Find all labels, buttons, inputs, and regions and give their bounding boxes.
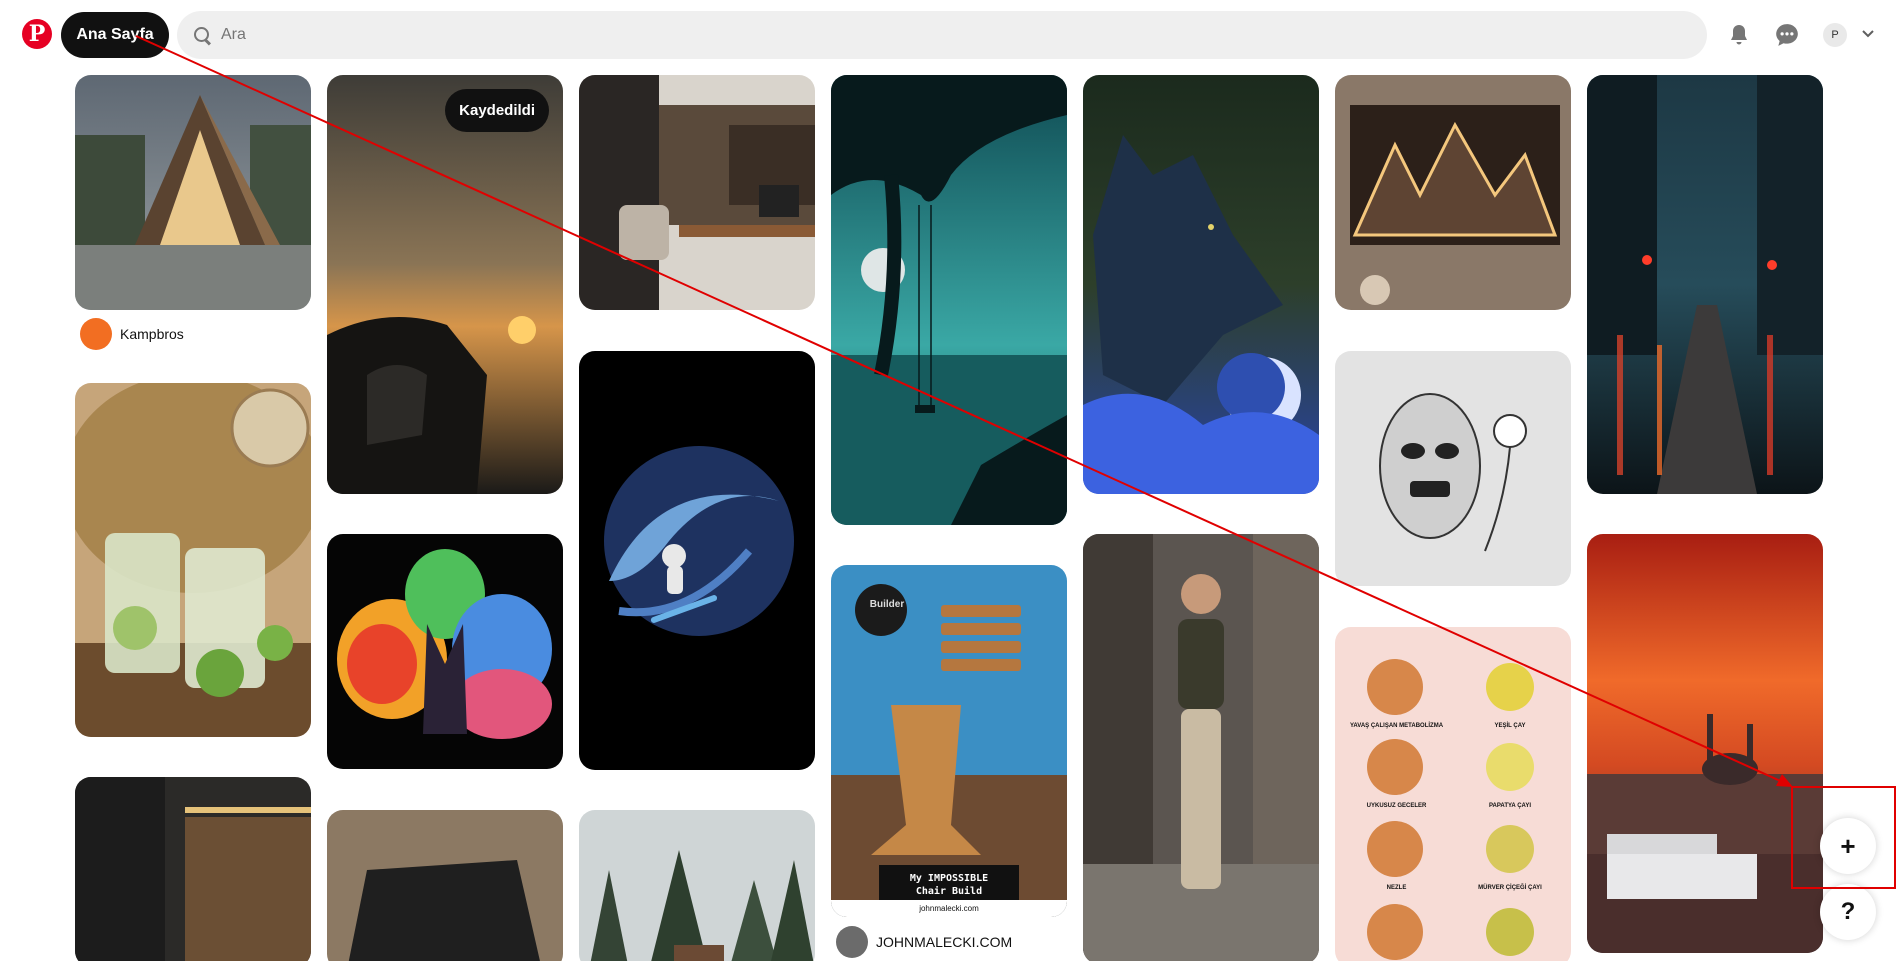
pin-tea-infographic[interactable]: YAVAŞ ÇALIŞAN METABOLİZMA YEŞİL ÇAY UYKU… xyxy=(1335,627,1571,961)
pin-wolf-moon[interactable] xyxy=(1083,75,1319,494)
pin-a-frame-cabin[interactable] xyxy=(75,75,311,310)
home-button[interactable]: Ana Sayfa xyxy=(61,12,169,58)
chair-title-overlay: My IMPOSSIBLE Chair Build xyxy=(909,873,989,897)
top-header: P Ana Sayfa P xyxy=(0,0,1902,72)
pin-astronaut-surfer[interactable] xyxy=(579,351,815,770)
kampbros-avatar xyxy=(80,318,112,350)
johnmalecki-avatar xyxy=(836,926,868,958)
pin-rainy-city[interactable] xyxy=(1587,75,1823,494)
pin-attribution[interactable]: Kampbros xyxy=(80,318,184,350)
pin-home-office[interactable] xyxy=(579,75,815,310)
create-button[interactable]: + xyxy=(1820,818,1876,874)
messages-icon[interactable] xyxy=(1769,17,1805,53)
pin-motorcycle-sunset[interactable]: Kaydedildi xyxy=(327,75,563,494)
pin-attribution[interactable]: JOHNMALECKI.COM xyxy=(836,926,1012,958)
pin-impossible-chair[interactable]: Builder My IMPOSSIBLE Chair Build johnma… xyxy=(831,565,1067,917)
pin-mountain-wall-light[interactable] xyxy=(1335,75,1571,310)
pin-fox-art[interactable] xyxy=(327,534,563,769)
notifications-bell-icon[interactable] xyxy=(1721,17,1757,53)
pinterest-logo-icon[interactable]: P xyxy=(22,19,52,49)
search-icon xyxy=(193,26,211,44)
pin-tree-swing-moon[interactable] xyxy=(831,75,1067,525)
search-input[interactable] xyxy=(221,26,1621,44)
chair-site: johnmalecki.com xyxy=(831,900,1067,917)
pin-man-street[interactable] xyxy=(1083,534,1319,961)
saved-badge[interactable]: Kaydedildi xyxy=(445,89,549,132)
pin-lemonade[interactable] xyxy=(75,383,311,737)
pin-mask-sketch[interactable] xyxy=(1335,351,1571,586)
account-chevron-down-icon[interactable] xyxy=(1862,27,1874,39)
pin-forest[interactable] xyxy=(579,810,815,961)
builder-badge: Builder xyxy=(869,599,905,610)
search-bar[interactable] xyxy=(177,11,1707,59)
help-button[interactable]: ? xyxy=(1820,884,1876,940)
pin-car[interactable] xyxy=(327,810,563,961)
pin-istanbul-sunset[interactable] xyxy=(1587,534,1823,953)
profile-avatar[interactable]: P xyxy=(1823,23,1847,47)
pin-bathroom[interactable] xyxy=(75,777,311,961)
